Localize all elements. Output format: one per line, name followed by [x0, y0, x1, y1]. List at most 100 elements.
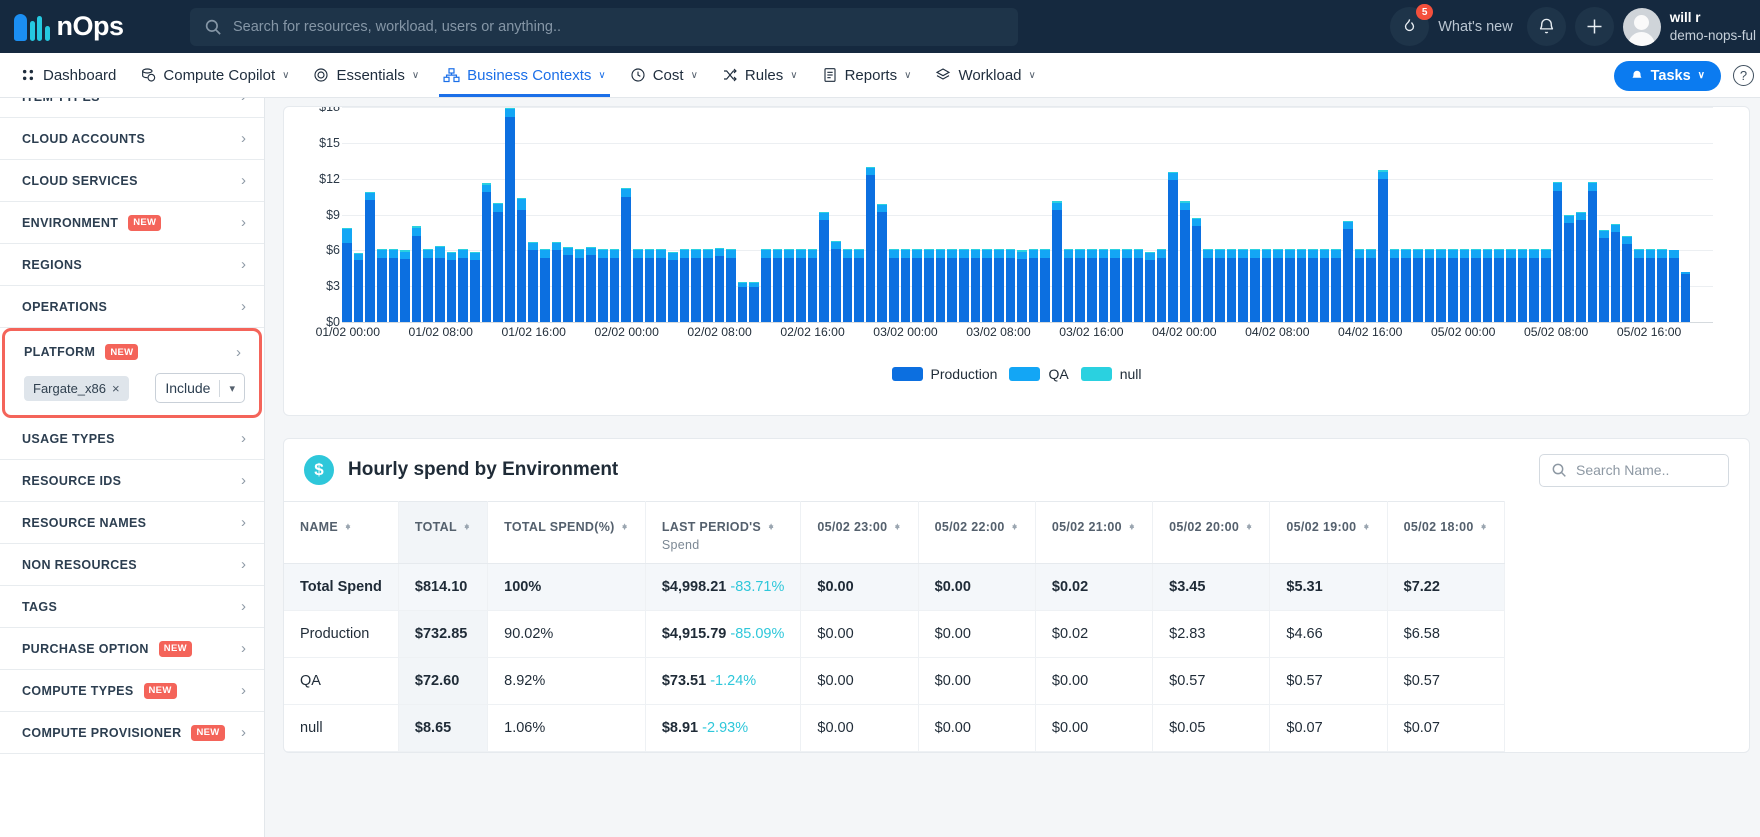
chart-bar[interactable] [388, 249, 399, 322]
chart-bar[interactable] [691, 249, 701, 322]
chart-bar[interactable] [1494, 249, 1505, 322]
chart-bar[interactable] [644, 249, 655, 322]
chart-bar[interactable] [481, 183, 492, 322]
chart-bar[interactable] [924, 249, 934, 322]
sort-icon[interactable]: ▲ ▼ [463, 522, 471, 532]
sort-icon[interactable]: ▲ ▼ [344, 522, 352, 532]
sidebar-item-platform[interactable]: PLATFORM NEW › [5, 331, 259, 373]
chart-bar[interactable] [1121, 249, 1132, 322]
chart-bar[interactable] [1040, 249, 1051, 322]
chart-bar[interactable] [1203, 249, 1214, 322]
chart-bar[interactable] [1273, 249, 1283, 322]
table-row[interactable]: null $8.65 1.06% $8.91 -2.93% $0.00 $0.00 $0.0… [284, 704, 1505, 752]
chart-bar[interactable] [400, 250, 410, 322]
include-exclude-select[interactable]: Include ▾ [155, 373, 245, 403]
chart-bar[interactable] [935, 249, 946, 322]
chart-bar[interactable] [865, 166, 876, 322]
sidebar-item-usage-types[interactable]: USAGE TYPES › [0, 418, 264, 460]
nav-item-essentials[interactable]: Essentials ∨ [301, 53, 431, 97]
sort-icon[interactable]: ▲ ▼ [1128, 522, 1136, 532]
chart-bar[interactable] [574, 249, 585, 322]
sidebar-item-regions[interactable]: REGIONS › [0, 244, 264, 286]
chart-bar[interactable] [423, 249, 434, 322]
chart-bar[interactable] [737, 282, 748, 322]
nav-item-cost[interactable]: Cost ∨ [618, 53, 710, 97]
add-button[interactable] [1574, 7, 1614, 46]
chart-bar[interactable] [1284, 249, 1295, 322]
table-scroll-container[interactable]: NAME ▲ ▼ TOTAL ▲ ▼ TOTAL SPEND(%) ▲ ▼ LAST PERIOD… [284, 501, 1749, 752]
chart-bar[interactable] [504, 108, 515, 322]
chart-bar[interactable] [900, 249, 911, 322]
chart-bar[interactable] [365, 191, 375, 322]
chart-bar[interactable] [947, 249, 957, 322]
sort-icon[interactable]: ▲ ▼ [1362, 522, 1370, 532]
table-column-header[interactable]: 05/02 18:00 ▲ ▼ [1387, 501, 1505, 564]
chart-bar[interactable] [1412, 249, 1423, 322]
table-column-header[interactable]: NAME ▲ ▼ [284, 501, 399, 564]
chart-bar[interactable] [1145, 251, 1155, 322]
chart-bar[interactable] [877, 203, 888, 322]
chart-bar[interactable] [1215, 249, 1225, 322]
chart-bar[interactable] [551, 242, 562, 322]
chart-bar[interactable] [458, 249, 469, 322]
chart-bar[interactable] [1226, 249, 1237, 322]
chart-bar[interactable] [830, 240, 841, 322]
nav-item-workload[interactable]: Workload ∨ [923, 53, 1047, 97]
chart-bar[interactable] [1552, 182, 1563, 322]
chart-bar[interactable] [1447, 249, 1458, 322]
chart-bar[interactable] [586, 246, 597, 322]
chart-bar[interactable] [376, 249, 387, 322]
chart-bar[interactable] [784, 249, 794, 322]
chart-bar[interactable] [1587, 182, 1598, 322]
chart-bar[interactable] [1459, 249, 1470, 322]
table-search-input[interactable]: Search Name.. [1539, 453, 1729, 487]
chart-bar[interactable] [912, 249, 923, 322]
chart-bar[interactable] [1110, 249, 1120, 322]
chart-legend-item[interactable]: Production [891, 366, 997, 382]
table-column-header[interactable]: 05/02 23:00 ▲ ▼ [800, 501, 919, 564]
sidebar-item-compute-types[interactable]: COMPUTE TYPES NEW › [0, 670, 264, 712]
table-column-header[interactable]: TOTAL ▲ ▼ [398, 501, 489, 564]
platform-filter-chip[interactable]: Fargate_x86 × [24, 375, 129, 401]
chart-bar[interactable] [1331, 249, 1342, 322]
chart-bar[interactable] [842, 249, 853, 322]
chart-bar[interactable] [958, 249, 969, 322]
table-row[interactable]: QA $72.60 8.92% $73.51 -1.24% $0.00 $0.00 $0.0… [284, 657, 1505, 705]
chart-bar[interactable] [342, 227, 352, 322]
nav-item-dashboard[interactable]: Dashboard [8, 53, 128, 97]
sidebar-item-resource-names[interactable]: RESOURCE NAMES › [0, 502, 264, 544]
chart-bar[interactable] [1622, 236, 1633, 322]
table-column-header[interactable]: 05/02 22:00 ▲ ▼ [918, 501, 1036, 564]
sidebar-item-cloud-accounts[interactable]: CLOUD ACCOUNTS › [0, 118, 264, 160]
chart-bar[interactable] [726, 249, 736, 322]
nav-item-reports[interactable]: Reports ∨ [810, 53, 924, 97]
sidebar-item-cloud-services[interactable]: CLOUD SERVICES › [0, 160, 264, 202]
chart-bar[interactable] [1133, 249, 1144, 322]
chart-bar[interactable] [1599, 230, 1609, 322]
avatar[interactable] [1622, 7, 1661, 46]
chart-bar[interactable] [1261, 249, 1272, 322]
chart-bar[interactable] [1471, 249, 1481, 322]
chart-bar[interactable] [493, 202, 503, 322]
nav-item-rules[interactable]: Rules ∨ [710, 53, 810, 97]
table-column-header[interactable]: LAST PERIOD'S ▲ ▼ Spend [645, 501, 802, 564]
chart-bar[interactable] [1319, 249, 1330, 322]
notifications-button[interactable] [1526, 7, 1566, 46]
chart-bar[interactable] [982, 249, 992, 322]
tasks-button[interactable]: Tasks ∨ [1613, 60, 1721, 91]
app-logo[interactable]: nOps [0, 11, 190, 42]
sort-icon[interactable]: ▲ ▼ [1245, 522, 1253, 532]
chart-bar[interactable] [1075, 249, 1085, 322]
table-column-header[interactable]: 05/02 21:00 ▲ ▼ [1035, 501, 1154, 564]
chart-bar[interactable] [1156, 249, 1167, 322]
chart-legend-item[interactable]: QA [1009, 366, 1069, 382]
sidebar-item-tags[interactable]: TAGS › [0, 586, 264, 628]
sidebar-item-purchase-option[interactable]: PURCHASE OPTION NEW › [0, 628, 264, 670]
chart-bar[interactable] [1540, 249, 1551, 322]
chart-bar[interactable] [1564, 214, 1574, 322]
sidebar-item-compute-provisioner[interactable]: COMPUTE PROVISIONER NEW › [0, 712, 264, 754]
chart-bar[interactable] [795, 249, 806, 322]
chart-bar[interactable] [446, 251, 457, 322]
chart-bar[interactable] [1389, 249, 1400, 322]
chart-bar[interactable] [1517, 249, 1528, 322]
